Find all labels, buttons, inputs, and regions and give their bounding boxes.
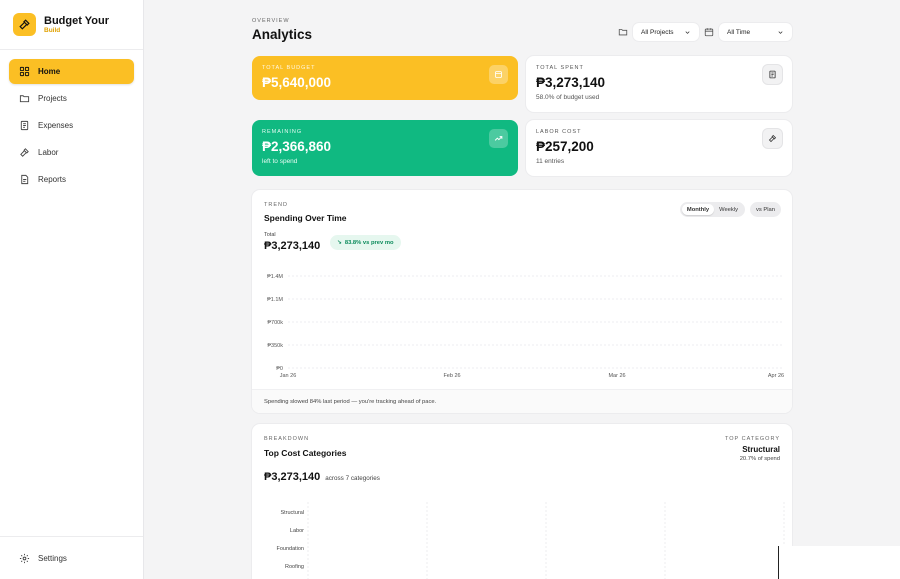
sidebar-item-label: Home	[38, 67, 61, 76]
top-category: TOP CATEGORY Structural 20.7% of spend	[725, 436, 780, 462]
hammer-icon	[763, 129, 782, 148]
y-tick-label: ₱350k	[267, 343, 283, 349]
sidebar-nav: Home Projects Expenses Labor Reports	[0, 50, 143, 203]
total-label: Total	[264, 232, 276, 238]
y-tick-label: ₱0	[276, 366, 283, 372]
vs-plan-button[interactable]: vs Plan	[749, 202, 781, 217]
trending-down-icon: ↘	[337, 239, 342, 246]
wallet-icon	[489, 65, 508, 84]
brand-subtitle: Build	[44, 26, 61, 34]
stat-value: ₱2,366,860	[262, 139, 332, 154]
sidebar-item-label: Labor	[38, 148, 59, 157]
time-filter-select[interactable]: All Time	[719, 23, 792, 41]
sidebar-item-settings[interactable]: Settings	[0, 536, 143, 579]
calendar-icon	[704, 28, 714, 37]
chart-tooltip	[778, 546, 900, 579]
hammer-logo-icon	[13, 13, 36, 36]
spending-trend-card: TREND Spending Over Time Monthly Weekly …	[252, 190, 792, 413]
weekly-tab[interactable]: Weekly	[714, 204, 743, 215]
total-spent-card: TOTAL SPENT ₱3,273,140 58.0% of budget u…	[526, 56, 792, 112]
gear-icon	[19, 553, 30, 563]
receipt-icon	[20, 120, 29, 131]
stat-label: TOTAL SPENT	[536, 65, 584, 71]
top-category-name: Structural	[742, 445, 780, 454]
x-tick-label: Jan 26	[280, 373, 297, 379]
category-label: Roofing	[285, 564, 304, 570]
category-bar-chart: Structural Labor Foundation Roofing	[276, 502, 785, 579]
category-label: Foundation	[276, 546, 304, 552]
section-title: Top Cost Categories	[264, 448, 347, 458]
sidebar-item-projects[interactable]: Projects	[9, 86, 134, 111]
sidebar-item-label: Projects	[38, 94, 67, 103]
sidebar-item-labor[interactable]: Labor	[9, 140, 134, 165]
x-tick-label: Apr 26	[768, 373, 784, 379]
change-text: 83.8% vs prev mo	[344, 239, 394, 246]
y-tick-label: ₱1.1M	[267, 297, 283, 303]
top-category-label: TOP CATEGORY	[725, 436, 780, 442]
stat-label: REMAINING	[262, 129, 303, 135]
change-badge: ↘ 83.8% vs prev mo	[330, 235, 401, 250]
stat-label: TOTAL BUDGET	[262, 65, 316, 71]
chevron-down-icon	[778, 30, 783, 34]
monthly-tab[interactable]: Monthly	[681, 204, 715, 215]
hammer-icon	[20, 148, 29, 157]
brand[interactable]: Budget Your Build	[0, 0, 143, 50]
page-eyebrow: OVERVIEW	[252, 18, 290, 24]
top-category-pct: 20.7% of spend	[739, 456, 780, 462]
sidebar-item-label: Reports	[38, 175, 67, 184]
total-value: ₱3,273,140	[264, 240, 321, 252]
trend-insight: Spending slowed 84% last period — you're…	[252, 389, 792, 413]
folder-icon	[618, 29, 628, 36]
labor-cost-card: LABOR COST ₱257,200 11 entries	[526, 120, 792, 176]
period-toggle: Monthly Weekly	[679, 202, 745, 217]
category-label: Labor	[290, 528, 304, 534]
stat-sub: 58.0% of budget used	[536, 94, 600, 101]
x-tick-label: Feb 26	[443, 373, 460, 379]
trending-up-icon	[489, 129, 508, 148]
x-tick-label: Mar 26	[608, 373, 625, 379]
sidebar-item-reports[interactable]: Reports	[9, 167, 134, 192]
project-filter-select[interactable]: All Projects	[633, 23, 699, 41]
breakdown-total-sub: across 7 categories	[325, 475, 380, 482]
folder-icon	[19, 95, 30, 103]
grid-icon	[19, 66, 30, 77]
chevron-down-icon	[685, 30, 690, 34]
stat-value: ₱3,273,140	[536, 75, 606, 90]
sidebar-item-expenses[interactable]: Expenses	[9, 113, 134, 138]
section-eyebrow: BREAKDOWN	[264, 436, 310, 442]
stat-label: LABOR COST	[536, 129, 582, 135]
sidebar-item-label: Settings	[38, 553, 67, 563]
remaining-card: REMAINING ₱2,366,860 left to spend	[252, 120, 518, 176]
breakdown-card: BREAKDOWN Top Cost Categories TOP CATEGO…	[252, 424, 792, 579]
stat-sub: left to spend	[262, 158, 298, 165]
y-tick-label: ₱1.4M	[267, 274, 283, 280]
category-label: Structural	[280, 510, 304, 516]
breakdown-total: ₱3,273,140 across 7 categories	[264, 471, 380, 483]
stat-value: ₱257,200	[536, 139, 594, 154]
sidebar: Budget Your Build Home Projects Expenses…	[0, 0, 144, 579]
y-tick-label: ₱700k	[267, 320, 283, 326]
spending-line-chart: ₱0 ₱350k ₱700k ₱1.1M ₱1.4M Jan 26 Feb 26 Mar 26…	[267, 274, 784, 379]
page-title: Analytics	[252, 27, 313, 42]
brand-title: Budget Your	[44, 14, 109, 27]
section-eyebrow: TREND	[264, 202, 288, 208]
receipt-icon	[763, 65, 782, 84]
stat-value: ₱5,640,000	[262, 75, 332, 90]
sidebar-item-home[interactable]: Home	[9, 59, 134, 84]
filters: All Projects All Time	[618, 23, 792, 41]
stat-sub: 11 entries	[536, 158, 565, 165]
breakdown-total-value: ₱3,273,140	[264, 471, 321, 483]
section-title: Spending Over Time	[264, 213, 347, 223]
project-filter-value: All Projects	[641, 28, 674, 36]
sidebar-item-label: Expenses	[38, 121, 74, 130]
document-icon	[21, 174, 29, 185]
total-budget-card: TOTAL BUDGET ₱5,640,000	[252, 56, 518, 100]
time-filter-value: All Time	[727, 28, 751, 36]
